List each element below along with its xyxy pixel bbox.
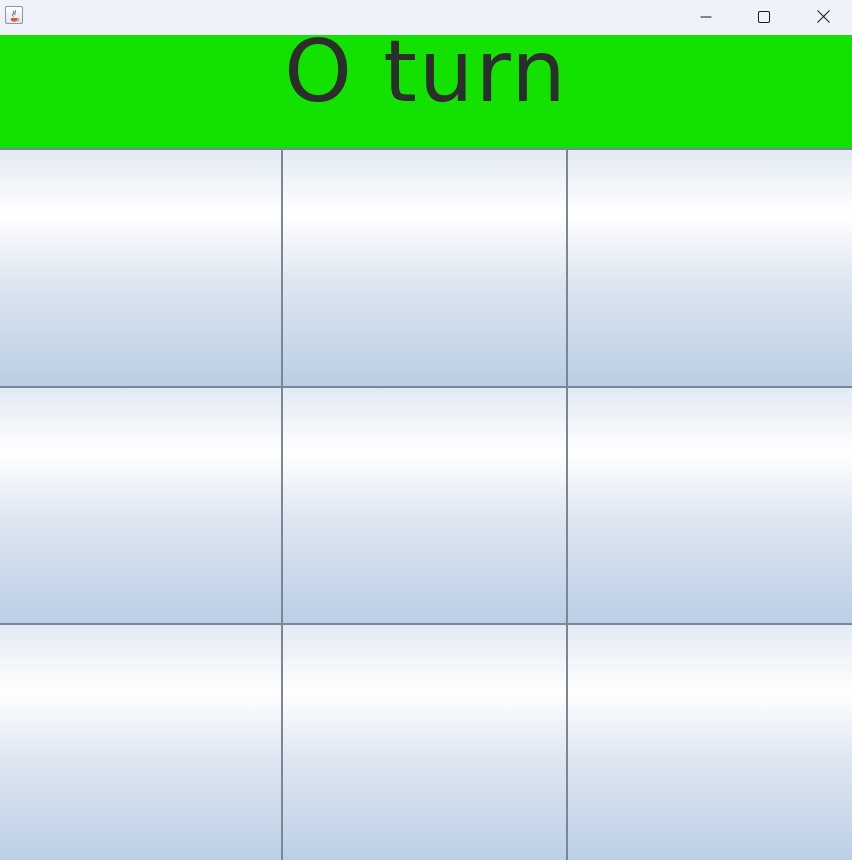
close-button[interactable] bbox=[794, 0, 852, 33]
close-icon bbox=[816, 10, 830, 23]
board-cell-1-2[interactable] bbox=[283, 150, 566, 386]
board-cell-1-3[interactable] bbox=[568, 150, 852, 386]
board-cell-3-3[interactable] bbox=[568, 625, 852, 860]
board-cell-2-1[interactable] bbox=[0, 388, 281, 623]
maximize-button[interactable] bbox=[735, 0, 793, 33]
board-cell-3-2[interactable] bbox=[283, 625, 566, 860]
minimize-button[interactable] bbox=[677, 0, 735, 33]
maximize-icon bbox=[758, 10, 770, 23]
title-bar[interactable] bbox=[0, 0, 852, 35]
minimize-icon bbox=[700, 16, 712, 17]
turn-status-text: O turn bbox=[284, 35, 568, 122]
game-window: O turn bbox=[0, 0, 852, 860]
game-board bbox=[0, 148, 852, 860]
board-cell-3-1[interactable] bbox=[0, 625, 281, 860]
board-cell-2-2[interactable] bbox=[283, 388, 566, 623]
board-cell-1-1[interactable] bbox=[0, 150, 281, 386]
turn-banner: O turn bbox=[0, 35, 852, 148]
board-cell-2-3[interactable] bbox=[568, 388, 852, 623]
java-app-icon[interactable] bbox=[5, 6, 23, 24]
